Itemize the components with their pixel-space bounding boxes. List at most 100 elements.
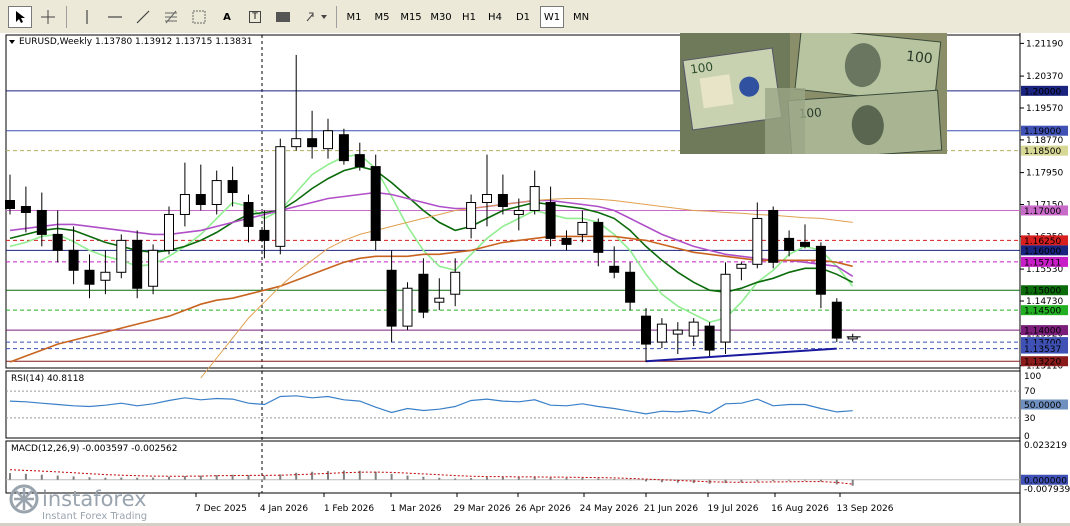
grid-icon[interactable] [188, 6, 210, 28]
timeframe-m15[interactable]: M15 [398, 6, 424, 28]
candle-body [784, 237, 795, 251]
candle-body [545, 201, 556, 239]
candle-body [243, 201, 254, 227]
candle-body [132, 239, 143, 289]
support-trendline [645, 347, 837, 363]
timeframe-h4[interactable]: H4 [484, 6, 506, 28]
text-icon[interactable]: A [216, 6, 238, 28]
candle-body [577, 221, 588, 235]
candle-body [800, 241, 810, 247]
price-tag-label: 1.15000 [1024, 287, 1061, 297]
price-tag-label: 1.17000 [1024, 207, 1061, 217]
time-axis-label: 19 Jul 2026 [708, 504, 759, 514]
price-tag-label: 1.16000 [1024, 247, 1061, 257]
arrows-icon[interactable] [302, 6, 332, 28]
candle-body [609, 265, 620, 273]
candle-body [275, 146, 286, 247]
time-axis-label: 1 Feb 2026 [324, 504, 375, 514]
candle-body [5, 200, 15, 209]
candle-body [116, 239, 127, 273]
candle-body [513, 209, 524, 215]
price-tick-label: 1.18770 [1026, 136, 1063, 146]
candle-body [752, 217, 763, 265]
macd-title: MACD(12,26,9) -0.003597 -0.002562 [11, 444, 177, 454]
candle-body [259, 229, 270, 241]
price-tick-label: 1.19570 [1026, 104, 1063, 114]
candle-body [195, 194, 206, 205]
price-tick-label: 1.21190 [1026, 39, 1063, 49]
candle-body [768, 209, 779, 263]
candle-body [354, 154, 365, 168]
timeframe-m1[interactable]: M1 [342, 6, 366, 28]
header-dropdown-icon [9, 40, 15, 44]
candle-body [688, 321, 699, 337]
candle-body [148, 249, 159, 287]
logo-tagline: Instant Forex Trading [42, 511, 147, 522]
candle-body [561, 237, 572, 245]
candle-body [704, 325, 715, 351]
rsi-panel-frame [5, 370, 1021, 439]
price-tag-label: 1.14500 [1024, 307, 1061, 317]
candle-body [831, 301, 842, 339]
price-tick-label: 1.17950 [1026, 169, 1063, 179]
horizontal-line-icon[interactable] [104, 6, 126, 28]
text-label-glyph: T [249, 11, 261, 23]
crosshair-icon[interactable] [36, 6, 60, 28]
text-label-icon[interactable]: T [244, 6, 266, 28]
toolbar: A T M1 M5 M15 M30 H1 H4 D1 W1 MN [0, 0, 1070, 34]
vertical-line-icon[interactable] [76, 6, 98, 28]
cursor-icon[interactable] [8, 6, 32, 28]
rsi-tick-label: 70 [1024, 387, 1036, 397]
timeframe-h1[interactable]: H1 [458, 6, 480, 28]
candle-body [52, 233, 63, 251]
price-tag-label: 1.13220 [1024, 358, 1061, 368]
candle-body [100, 271, 111, 281]
time-axis-label: 29 Mar 2026 [453, 504, 510, 514]
rsi-line [9, 395, 853, 415]
candle-body [179, 194, 190, 215]
price-tag-label: 1.14000 [1024, 327, 1061, 337]
time-axis-label: 7 Dec 2025 [195, 504, 247, 514]
time-axis-label: 16 Aug 2026 [771, 504, 829, 514]
trendline-icon[interactable] [132, 6, 154, 28]
timeframe-m5[interactable]: M5 [370, 6, 394, 28]
time-axis-label: 21 Jun 2026 [644, 504, 698, 514]
chart-area[interactable]: 1.211901.203701.195701.187701.179501.171… [0, 33, 1070, 523]
candle-body [36, 209, 47, 235]
timeframe-d1[interactable]: D1 [512, 6, 534, 28]
fibonacci-icon[interactable] [160, 6, 182, 28]
timeframe-mn[interactable]: MN [568, 6, 594, 28]
timeframe-w1[interactable]: W1 [540, 6, 564, 28]
time-axis-label: 24 May 2026 [580, 504, 639, 514]
candle-body [450, 271, 461, 295]
timeframe-m30[interactable]: M30 [428, 6, 454, 28]
candle-body [482, 194, 492, 203]
candle-body [641, 315, 651, 345]
candle-body [68, 249, 79, 271]
candle-body [338, 134, 349, 162]
macd-tick-label: -0.007939 [1024, 485, 1070, 495]
candle-body [20, 205, 31, 213]
candle-body [672, 329, 683, 335]
rsi-tick-label: 100 [1024, 372, 1041, 382]
price-tag-label: 1.13537 [1024, 345, 1061, 355]
candle-body [402, 287, 413, 327]
candle-body [227, 180, 238, 194]
symbol-info: EURUSD,Weekly 1.13780 1.13912 1.13715 1.… [19, 37, 252, 47]
candle-body [736, 263, 747, 269]
rectangle-icon[interactable] [272, 6, 294, 28]
candle-body [434, 297, 445, 303]
candle-body [656, 323, 667, 343]
candle-body [307, 138, 318, 148]
candle-body [211, 180, 222, 205]
logo-mark-icon [9, 484, 39, 514]
macd-tick-label: 0.023219 [1024, 441, 1067, 451]
candle-body [84, 269, 95, 285]
time-axis-label: 4 Jan 2026 [260, 504, 308, 514]
brand-logo: instaforex Instant Forex Trading [6, 482, 196, 522]
time-axis-label: 26 Apr 2026 [515, 504, 571, 514]
candle-body [323, 130, 333, 150]
svg-text:100: 100 [905, 49, 933, 68]
price-tick-label: 1.20370 [1026, 72, 1063, 82]
time-axis-label: 1 Mar 2026 [390, 504, 442, 514]
